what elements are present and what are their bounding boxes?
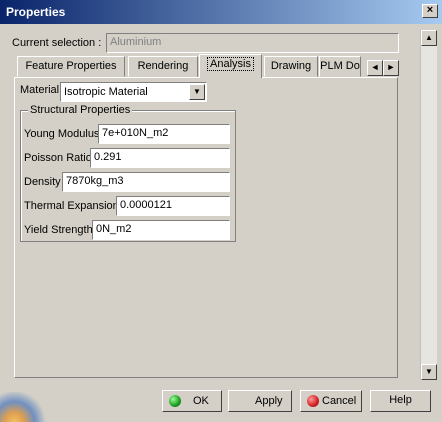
cancel-button[interactable]: Cancel [300, 390, 362, 412]
apply-icon [235, 395, 247, 407]
scroll-down-button[interactable]: ▼ [421, 364, 437, 380]
ok-icon [169, 395, 181, 407]
tab-label: Analysis [207, 57, 254, 71]
tab-label: Feature Properties [25, 60, 117, 72]
density-label: Density [24, 176, 61, 188]
chevron-down-icon[interactable]: ▼ [189, 84, 205, 100]
tab-label: Drawing [270, 60, 312, 72]
tab-scroll-left-button[interactable]: ◄ [367, 60, 383, 76]
tab-analysis[interactable]: Analysis [199, 54, 262, 78]
help-button[interactable]: Help [370, 390, 431, 412]
density-field[interactable]: 7870kg_m3 [62, 172, 230, 192]
properties-dialog: Properties × Current selection : Alumini… [0, 0, 442, 422]
close-button[interactable]: × [422, 4, 438, 18]
yield-strength-label: Yield Strength [24, 224, 93, 236]
ok-label: OK [193, 395, 209, 407]
structural-properties-title: Structural Properties [28, 104, 133, 116]
young-modulus-field[interactable]: 7e+010N_m2 [98, 124, 230, 144]
current-selection-field: Aluminium [106, 33, 399, 53]
tab-label: PLM Do [320, 60, 360, 72]
scroll-up-button[interactable]: ▲ [421, 30, 437, 46]
tab-rendering[interactable]: Rendering [128, 56, 198, 77]
cancel-label: Cancel [322, 395, 357, 407]
thermal-expansion-field[interactable]: 0.0000121 [116, 196, 230, 216]
vertical-scrollbar[interactable]: ▲ ▼ [420, 30, 437, 380]
poisson-ratio-label: Poisson Ratio [24, 152, 92, 164]
ok-button[interactable]: OK [162, 390, 222, 412]
material-label: Material [20, 84, 60, 96]
poisson-ratio-field[interactable]: 0.291 [90, 148, 230, 168]
thermal-expansion-label: Thermal Expansion [24, 200, 119, 212]
tab-plm[interactable]: PLM Do [319, 56, 361, 77]
window-title: Properties [6, 5, 66, 19]
title-bar[interactable]: Properties × [0, 0, 442, 24]
current-selection-label: Current selection : [12, 37, 102, 49]
yield-strength-field[interactable]: 0N_m2 [92, 220, 230, 240]
material-select[interactable]: Isotropic Material ▼ [60, 82, 207, 102]
apply-label: Apply [255, 395, 283, 407]
app-logo [0, 392, 48, 422]
tab-feature-properties[interactable]: Feature Properties [17, 56, 125, 77]
cancel-icon [307, 395, 319, 407]
young-modulus-label: Young Modulus [24, 128, 100, 140]
tab-drawing[interactable]: Drawing [264, 56, 318, 77]
tab-scroll-right-button[interactable]: ► [383, 60, 399, 76]
tab-label: Rendering [137, 60, 189, 72]
material-value: Isotropic Material [64, 86, 148, 98]
apply-button[interactable]: Apply [228, 390, 292, 412]
